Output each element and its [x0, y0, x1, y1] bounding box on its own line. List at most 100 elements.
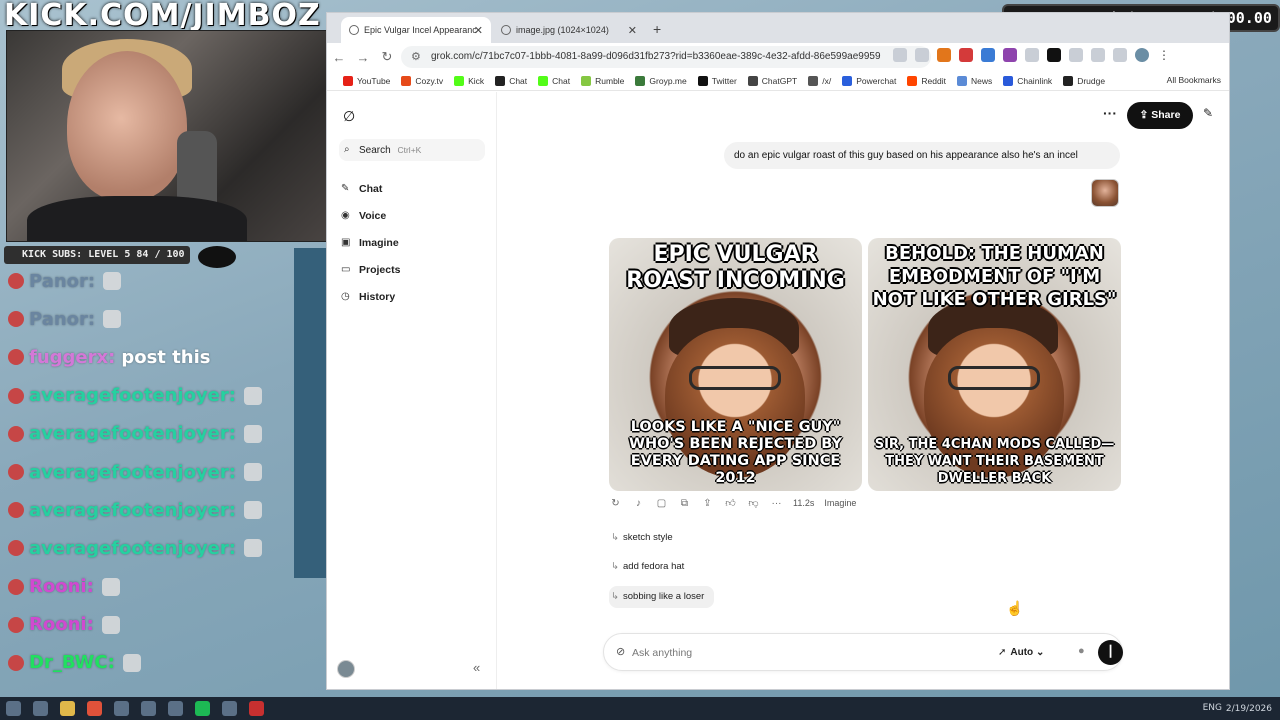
- more-icon[interactable]: ···: [770, 498, 783, 509]
- bookmark-item[interactable]: Chat: [495, 75, 527, 86]
- bookmark-item[interactable]: Kick: [454, 75, 484, 86]
- sidebar-item-history[interactable]: ◷ History: [339, 287, 395, 307]
- message-input[interactable]: Ask anything: [632, 634, 692, 672]
- reload-icon[interactable]: ↻: [375, 49, 399, 65]
- file-explorer-icon[interactable]: [60, 701, 75, 716]
- grok-logo-icon[interactable]: ∅: [343, 108, 355, 125]
- bookmark-favicon-icon: [1063, 75, 1074, 86]
- tab-favicon-icon: [349, 25, 359, 35]
- follow-up-arrow-icon: ↳: [611, 561, 619, 572]
- all-bookmarks-button[interactable]: All Bookmarks: [1167, 75, 1221, 85]
- extension-icon[interactable]: [937, 48, 951, 62]
- chat-message: averagefootenjoyer:: [0, 453, 300, 491]
- bookmark-item[interactable]: Chainlink: [1003, 75, 1052, 86]
- chat-username: Panor:: [29, 270, 96, 292]
- extension-icon[interactable]: [959, 48, 973, 62]
- sidebar-item-chat[interactable]: ✎ Chat: [339, 179, 382, 199]
- more-options-icon[interactable]: ···: [1103, 105, 1117, 121]
- thumbs-up-icon[interactable]: 👍︎: [724, 497, 737, 509]
- extension-icon[interactable]: [1025, 48, 1039, 62]
- bookmark-item[interactable]: Chat: [538, 75, 570, 86]
- collapse-sidebar-icon[interactable]: «: [473, 660, 480, 675]
- install-icon[interactable]: [893, 48, 907, 62]
- generated-image-2[interactable]: BEHOLD: THE HUMAN EMBODMENT OF "I'M NOT …: [868, 238, 1121, 491]
- site-info-icon[interactable]: ⚙: [411, 46, 421, 68]
- read-aloud-icon[interactable]: ♪: [632, 498, 645, 509]
- voice-mode-button[interactable]: ┃: [1098, 640, 1123, 665]
- sidebar-item-projects[interactable]: ▭ Projects: [339, 260, 400, 280]
- sidebar-item-voice[interactable]: ◉ Voice: [339, 206, 386, 226]
- spotify-icon[interactable]: [195, 701, 210, 716]
- sidebar-item-imagine[interactable]: ▣ Imagine: [339, 233, 399, 253]
- address-bar[interactable]: ⚙ grok.com/c/71bc7c07-1bbb-4081-8a99-d09…: [401, 46, 931, 68]
- sidebar-icon[interactable]: [1091, 48, 1105, 62]
- regenerate-icon[interactable]: ↻: [609, 498, 622, 509]
- chrome-icon[interactable]: [87, 701, 102, 716]
- chevron-down-icon: ⌄: [1035, 647, 1045, 658]
- copy-icon[interactable]: ⧉: [678, 498, 691, 509]
- tab-grok[interactable]: Epic Vulgar Incel Appearance R ✕: [341, 17, 491, 43]
- task-view-icon[interactable]: [33, 701, 48, 716]
- attached-image-thumbnail[interactable]: [1091, 179, 1119, 207]
- microphone-icon[interactable]: ●: [1078, 645, 1085, 657]
- conversation: ··· ⇪ Share ✎ do an epic vulgar roast of…: [497, 92, 1229, 689]
- tab-close-icon[interactable]: ✕: [628, 24, 637, 37]
- bookmark-label: Rumble: [595, 75, 625, 86]
- meme-top-text: EPIC VULGAR ROAST INCOMING: [626, 242, 845, 293]
- tab-close-icon[interactable]: ✕: [474, 24, 483, 37]
- extension-icon[interactable]: [1047, 48, 1061, 62]
- new-tab-icon[interactable]: +: [653, 21, 661, 37]
- bookmark-item[interactable]: Drudge: [1063, 75, 1105, 86]
- suggestion-sobbing-like-a-loser[interactable]: ↳ sobbing like a loser: [609, 586, 715, 608]
- reply-icon[interactable]: ▢: [655, 498, 668, 509]
- reading-list-icon[interactable]: [1113, 48, 1127, 62]
- bookmark-item[interactable]: Twitter: [697, 75, 737, 86]
- avatar[interactable]: [337, 660, 355, 678]
- thumbs-down-icon[interactable]: 👎︎: [747, 497, 760, 509]
- windows-start-icon[interactable]: [6, 701, 21, 716]
- mode-selector[interactable]: ➚ Auto ⌄: [998, 634, 1044, 672]
- generated-image-1[interactable]: EPIC VULGAR ROAST INCOMING LOOKS LIKE A …: [609, 238, 862, 491]
- tab-image[interactable]: image.jpg (1024×1024) ✕: [493, 17, 645, 43]
- forward-icon[interactable]: →: [351, 50, 375, 65]
- bookmark-item[interactable]: ChatGPT: [747, 75, 797, 86]
- screen: { "overlay": { "banner": "KICK.COM/JIMBO…: [0, 0, 1280, 720]
- new-chat-icon[interactable]: ✎: [1203, 106, 1213, 120]
- taskbar: ENG 2/19/2026: [0, 697, 1280, 720]
- chat-username: averagefootenjoyer:: [29, 461, 236, 483]
- obs-icon[interactable]: [168, 701, 183, 716]
- suggestion-add-fedora-hat[interactable]: ↳ add fedora hat: [609, 556, 694, 578]
- bookmark-star-icon[interactable]: [915, 48, 929, 62]
- cam-face: [67, 51, 187, 201]
- menu-icon[interactable]: ⋮: [1157, 48, 1171, 62]
- attach-icon[interactable]: ⊘: [616, 645, 625, 658]
- bookmark-item[interactable]: Groyp.me: [635, 75, 687, 86]
- bookmark-item[interactable]: News: [956, 75, 992, 86]
- bookmark-item[interactable]: /x/: [808, 75, 831, 86]
- clock[interactable]: 2/19/2026: [1226, 704, 1272, 714]
- terminal-icon[interactable]: [141, 701, 156, 716]
- app-icon[interactable]: [249, 701, 264, 716]
- mode-label: Auto: [1010, 647, 1034, 658]
- share-response-icon[interactable]: ⇪: [701, 498, 714, 509]
- bookmark-item[interactable]: YouTube: [343, 75, 390, 86]
- steam-icon[interactable]: [114, 701, 129, 716]
- search-icon: ⌕: [344, 144, 350, 155]
- app-icon[interactable]: [222, 701, 237, 716]
- share-button[interactable]: ⇪ Share: [1127, 102, 1193, 129]
- search-shortcut: Ctrl+K: [397, 145, 422, 155]
- suggestion-sketch-style[interactable]: ↳ sketch style: [609, 527, 683, 549]
- extension-icon[interactable]: [981, 48, 995, 62]
- bookmark-item[interactable]: Cozy.tv: [401, 75, 443, 86]
- bookmark-item[interactable]: Rumble: [581, 75, 625, 86]
- suggestion-label: sketch style: [623, 532, 673, 543]
- bookmark-item[interactable]: Powerchat: [842, 75, 896, 86]
- bookmark-item[interactable]: Reddit: [907, 75, 946, 86]
- language-indicator[interactable]: ENG: [1203, 703, 1222, 713]
- extension-icon[interactable]: [1003, 48, 1017, 62]
- profile-icon[interactable]: [1135, 48, 1149, 62]
- extensions-puzzle-icon[interactable]: [1069, 48, 1083, 62]
- search-button[interactable]: ⌕ Search Ctrl+K: [339, 139, 485, 161]
- back-icon[interactable]: ←: [327, 50, 351, 65]
- chat-message: averagefootenjoyer:: [0, 491, 300, 529]
